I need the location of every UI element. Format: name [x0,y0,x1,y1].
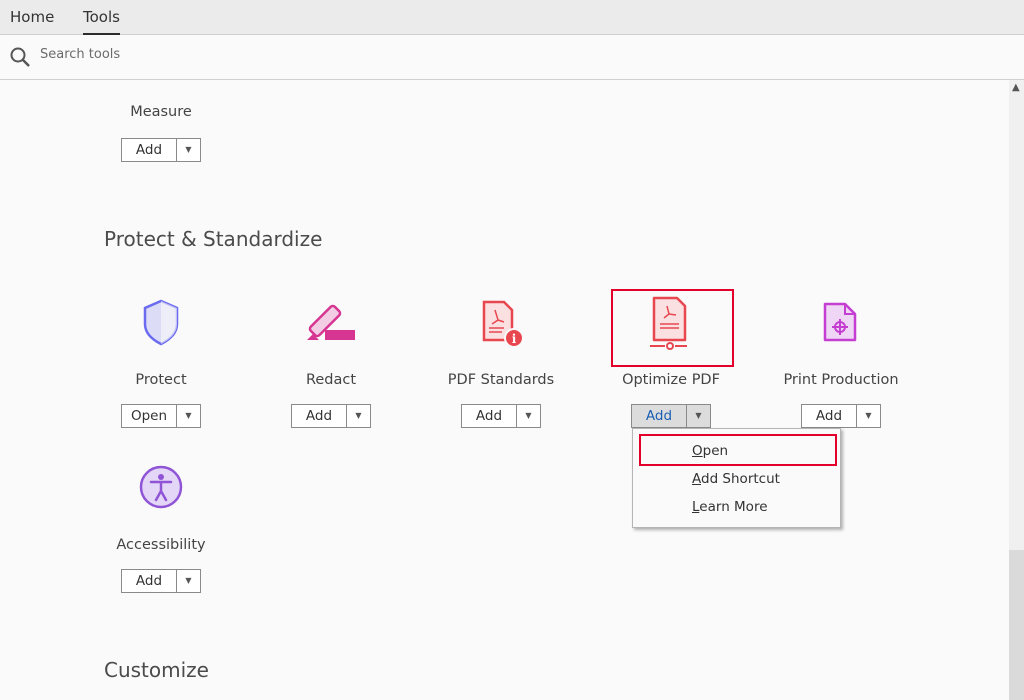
add-button[interactable]: Add [632,405,687,427]
add-button[interactable]: Add [292,405,347,427]
section-heading-protect: Protect & Standardize [104,227,323,251]
measure-add-button[interactable]: Add ▼ [121,138,201,162]
add-button[interactable]: Add [122,139,177,161]
tool-redact[interactable]: Redact [246,294,416,388]
open-button[interactable]: Open [122,405,177,427]
menu-item-learn-more[interactable]: Learn More [692,499,768,515]
add-button[interactable]: Add [462,405,517,427]
tool-label: Print Production [783,372,899,388]
svg-text:i: i [512,332,517,346]
vertical-scrollbar[interactable]: ▲ [1009,80,1024,700]
menu-item-label: earn More [699,499,768,515]
optimize-pdf-highlight [611,289,734,367]
redact-marker-icon [246,294,416,350]
print-production-add-button[interactable]: Add ▼ [801,404,881,428]
tab-tools[interactable]: Tools [83,8,120,36]
tool-pdf-standards[interactable]: i PDF Standards [416,294,586,388]
tool-accessibility[interactable]: Accessibility [76,459,246,553]
add-button[interactable]: Add [802,405,857,427]
caret-down-icon[interactable]: ▼ [857,405,880,427]
tool-protect[interactable]: Protect [76,294,246,388]
tool-label: Accessibility [116,537,206,553]
caret-down-icon[interactable]: ▼ [177,139,200,161]
caret-down-icon[interactable]: ▼ [177,405,200,427]
accessibility-icon [76,459,246,515]
tool-label: Measure [130,104,192,120]
protect-open-button[interactable]: Open ▼ [121,404,201,428]
search-icon [10,47,30,67]
menu-item-label: dd Shortcut [701,471,780,487]
optimize-pdf-add-button[interactable]: Add ▼ [631,404,711,428]
pdf-standards-add-button[interactable]: Add ▼ [461,404,541,428]
redact-add-button[interactable]: Add ▼ [291,404,371,428]
scrollbar-thumb[interactable] [1009,550,1024,700]
search-bar [0,35,1024,80]
print-production-icon [756,294,926,350]
menu-item-add-shortcut[interactable]: Add Shortcut [692,471,780,487]
caret-down-icon[interactable]: ▼ [687,405,710,427]
top-tab-bar: Home Tools [0,0,1024,36]
scroll-up-arrow-icon[interactable]: ▲ [1012,82,1020,93]
caret-down-icon[interactable]: ▼ [347,405,370,427]
open-item-highlight [639,434,837,466]
tab-home[interactable]: Home [10,8,54,26]
caret-down-icon[interactable]: ▼ [517,405,540,427]
tool-label: PDF Standards [447,372,555,388]
add-button[interactable]: Add [122,570,177,592]
search-input[interactable] [40,47,440,62]
tool-label: Redact [305,372,357,388]
shield-icon [76,294,246,350]
pdf-standards-icon: i [416,294,586,350]
accessibility-add-button[interactable]: Add ▼ [121,569,201,593]
caret-down-icon[interactable]: ▼ [177,570,200,592]
access-key: A [692,471,701,487]
tool-measure: Measure [76,101,246,120]
tool-label: Protect [135,372,187,388]
tool-label: Optimize PDF [622,372,720,388]
section-heading-customize: Customize [104,658,209,682]
tool-print-production[interactable]: Print Production [756,294,926,388]
